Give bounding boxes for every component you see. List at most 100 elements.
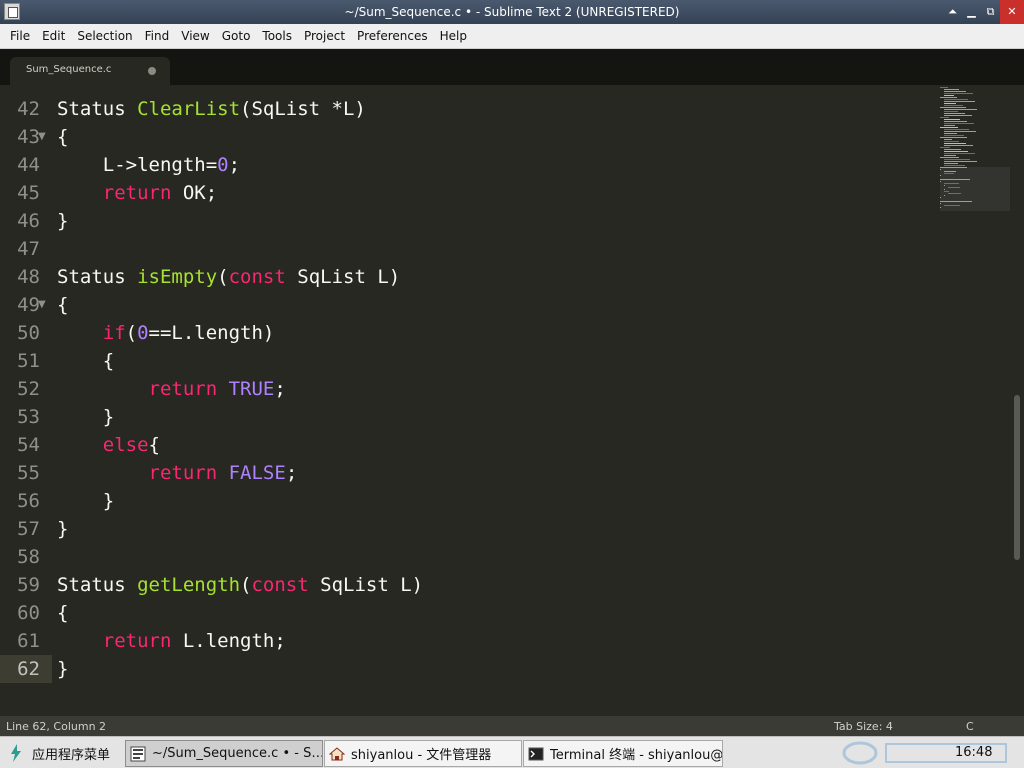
minimap-line [940, 117, 949, 118]
minimap-line [944, 89, 959, 90]
code-line[interactable]: { [57, 291, 68, 319]
terminal-icon [528, 747, 544, 760]
line-number[interactable]: 53 [0, 403, 40, 431]
code-line[interactable]: { [57, 123, 68, 151]
code-token: return [57, 182, 172, 204]
minimap[interactable] [940, 85, 1010, 215]
unsaved-dot-icon[interactable] [148, 67, 156, 75]
minimap-line [940, 97, 957, 98]
line-number[interactable]: 50 [0, 319, 40, 347]
menu-find[interactable]: Find [139, 29, 176, 43]
code-line[interactable]: } [57, 403, 114, 431]
menu-selection[interactable]: Selection [71, 29, 138, 43]
minimap-line [944, 195, 945, 196]
line-number[interactable]: 49 [0, 291, 40, 319]
line-number[interactable]: 62 [0, 655, 52, 683]
line-number[interactable]: 57 [0, 515, 40, 543]
menu-edit[interactable]: Edit [36, 29, 71, 43]
menu-project[interactable]: Project [298, 29, 351, 43]
menu-help[interactable]: Help [434, 29, 473, 43]
code-line[interactable]: else{ [57, 431, 160, 459]
menu-preferences[interactable]: Preferences [351, 29, 434, 43]
line-number[interactable]: 51 [0, 347, 40, 375]
line-number[interactable]: 47 [0, 235, 40, 263]
minimap-line [940, 203, 941, 204]
applications-menu-button[interactable]: 应用程序菜单 [4, 741, 110, 765]
code-token: Status [57, 574, 138, 596]
code-line[interactable]: return OK; [57, 179, 217, 207]
minimap-line [944, 189, 945, 190]
tab-sum-sequence[interactable]: Sum_Sequence.c [10, 57, 170, 85]
shade-icon[interactable]: ⏶ [943, 0, 962, 24]
line-number[interactable]: 43 [0, 123, 40, 151]
line-number[interactable]: 54 [0, 431, 40, 459]
code-line[interactable]: Status getLength(const SqList L) [57, 571, 423, 599]
menu-file[interactable]: File [4, 29, 36, 43]
syntax-selector[interactable]: C [966, 720, 974, 733]
minimap-line [944, 103, 956, 104]
code-editor[interactable]: 42 43 ▼ 44 45 46 47 48 49 ▼ 50 51 52 53 54 55 56 57 58 59 60… [0, 85, 1024, 716]
menu-goto[interactable]: Goto [216, 29, 257, 43]
maximize-icon[interactable]: ⧉ [981, 0, 1000, 24]
fold-arrow-icon[interactable]: ▼ [38, 291, 46, 319]
code-token: ( [125, 322, 138, 344]
line-number[interactable]: 52 [0, 375, 40, 403]
menu-tools[interactable]: Tools [256, 29, 298, 43]
code-token: { [57, 126, 69, 148]
minimap-line [944, 183, 959, 184]
code-token: } [57, 518, 69, 540]
code-token: L.length; [171, 630, 286, 652]
minimap-line [944, 119, 960, 120]
code-line[interactable]: return TRUE; [57, 375, 286, 403]
code-line[interactable]: return L.length; [57, 627, 286, 655]
task-file-manager[interactable]: shiyanlou - 文件管理器 [324, 740, 522, 767]
vertical-scrollbar[interactable] [1010, 85, 1024, 716]
code-line[interactable]: } [57, 487, 114, 515]
code-line[interactable]: Status isEmpty(const SqList L) [57, 263, 400, 291]
line-number[interactable]: 56 [0, 487, 40, 515]
line-number[interactable]: 61 [0, 627, 40, 655]
applications-menu-label: 应用程序菜单 [32, 747, 111, 763]
minimap-line [944, 173, 954, 174]
scrollbar-thumb[interactable] [1014, 395, 1020, 560]
line-number[interactable]: 60 [0, 599, 40, 627]
line-number[interactable]: 46 [0, 207, 40, 235]
minimize-icon[interactable]: ▁ [962, 0, 981, 24]
code-token: { [57, 294, 69, 316]
code-line[interactable]: { [57, 347, 114, 375]
line-number[interactable]: 58 [0, 543, 40, 571]
line-number[interactable]: 48 [0, 263, 40, 291]
window-controls: ⏶ ▁ ⧉ ✕ [943, 0, 1024, 24]
window-title-bar[interactable]: ~/Sum_Sequence.c • - Sublime Text 2 (UNR… [0, 0, 1024, 24]
code-line[interactable]: L->length=0; [57, 151, 240, 179]
task-sublime[interactable]: ~/Sum_Sequence.c • - S… [125, 740, 323, 767]
code-area[interactable]: Status ClearList(SqList *L) { L->length=0… [57, 85, 937, 716]
line-number-gutter[interactable]: 42 43 ▼ 44 45 46 47 48 49 ▼ 50 51 52 53 54 55 56 57 58 59 60… [0, 85, 52, 716]
line-number[interactable]: 44 [0, 151, 40, 179]
code-token: SqList L) [308, 574, 424, 596]
fold-arrow-icon[interactable]: ▼ [38, 123, 46, 151]
code-line[interactable]: return FALSE; [57, 459, 298, 487]
minimap-line [940, 157, 959, 158]
line-number[interactable]: 59 [0, 571, 40, 599]
code-line[interactable]: { [57, 599, 68, 627]
line-number[interactable]: 45 [0, 179, 40, 207]
code-line[interactable]: if(0==L.length) [57, 319, 275, 347]
minimap-line [940, 181, 941, 182]
code-token: L->length= [57, 154, 218, 176]
menu-view[interactable]: View [175, 29, 215, 43]
minimap-line [944, 139, 952, 140]
tab-size-selector[interactable]: Tab Size: 4 [834, 720, 893, 733]
tab-label: Sum_Sequence.c [26, 64, 112, 75]
code-line[interactable]: Status ClearList(SqList *L) [57, 95, 366, 123]
task-terminal[interactable]: Terminal 终端 - shiyanlou@… [523, 740, 723, 767]
line-number[interactable]: 42 [0, 95, 40, 123]
code-line[interactable]: } [57, 515, 68, 543]
close-icon[interactable]: ✕ [1000, 0, 1024, 24]
code-line[interactable]: } [57, 655, 68, 683]
line-number[interactable]: 55 [0, 459, 40, 487]
code-line[interactable]: } [57, 207, 68, 235]
minimap-line [940, 169, 941, 170]
minimap-line [944, 143, 966, 144]
